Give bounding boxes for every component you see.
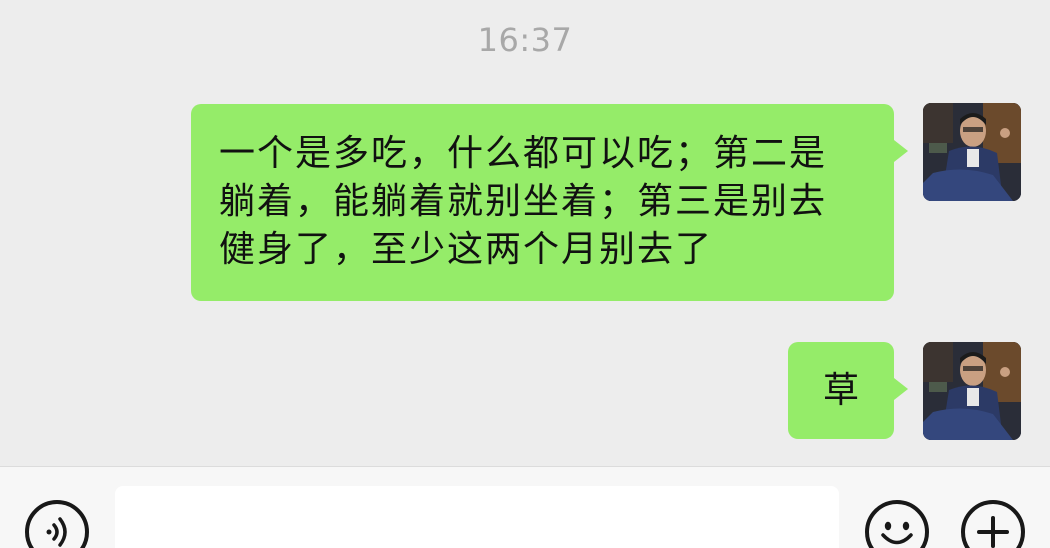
avatar-photo bbox=[923, 342, 1021, 440]
chat-screen: 16:37 一个是多吃，什么都可以吃；第二是 躺着，能躺着就别坐着；第三是别去 … bbox=[0, 0, 1050, 548]
voice-button[interactable] bbox=[25, 500, 89, 548]
message-text-line: 健身了，至少这两个月别去了 bbox=[219, 229, 714, 270]
more-options-button[interactable] bbox=[961, 500, 1025, 548]
emoji-icon bbox=[881, 521, 913, 545]
plus-icon bbox=[977, 516, 1009, 548]
avatar-photo bbox=[923, 103, 1021, 201]
message-text: 草 bbox=[822, 370, 859, 411]
message-bubble-sent[interactable]: 草 bbox=[788, 342, 908, 439]
message-timestamp: 16:37 bbox=[477, 21, 573, 59]
emoji-button[interactable] bbox=[865, 500, 929, 548]
voice-icon bbox=[46, 517, 67, 547]
sender-avatar[interactable] bbox=[923, 342, 1021, 440]
message-text-line: 躺着，能躺着就别坐着；第三是别去 bbox=[219, 181, 828, 222]
sender-avatar[interactable] bbox=[923, 103, 1021, 201]
message-input[interactable] bbox=[115, 486, 839, 548]
message-bubble-sent[interactable]: 一个是多吃，什么都可以吃；第二是 躺着，能躺着就别坐着；第三是别去 健身了，至少… bbox=[191, 104, 908, 301]
message-text-line: 一个是多吃，什么都可以吃；第二是 bbox=[219, 133, 828, 174]
